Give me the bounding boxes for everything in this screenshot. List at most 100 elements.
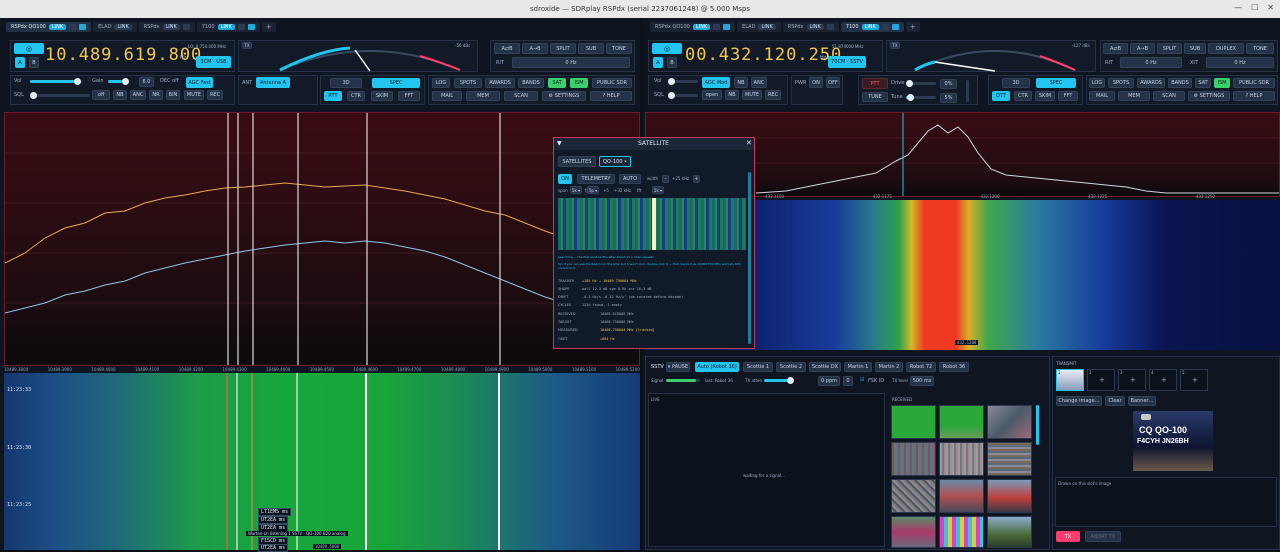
- right-agc-button[interactable]: AGC Mod: [702, 77, 730, 88]
- left-tab-rspdx-qo100[interactable]: RSPdx QO100 LINK: [6, 22, 92, 32]
- right-sql-value[interactable]: open: [702, 90, 722, 100]
- tab-radio-icon[interactable]: [723, 24, 731, 30]
- right-view-ctr-button[interactable]: CTR: [1014, 91, 1032, 101]
- left-mute-button[interactable]: MUTE: [184, 90, 204, 100]
- right-duplex-button[interactable]: DUPLEX: [1208, 43, 1244, 54]
- tab-link-button[interactable]: LINK: [217, 24, 235, 30]
- satellite-auto-button[interactable]: AUTO: [619, 174, 641, 184]
- left-tone-button[interactable]: TONE: [606, 43, 632, 54]
- right-log-button[interactable]: LOG: [1089, 78, 1105, 88]
- left-nb-button[interactable]: NB: [113, 90, 127, 100]
- left-a-to-b-button[interactable]: A→B: [522, 43, 548, 54]
- satellite-span-select[interactable]: 5k ▾: [570, 186, 582, 194]
- left-view-3d-button[interactable]: 3D: [330, 78, 362, 88]
- right-tune-button[interactable]: TUNE: [862, 92, 888, 102]
- left-help-button[interactable]: ? HELP: [590, 91, 632, 101]
- spot-label[interactable]: UT2EA ms: [258, 544, 289, 552]
- satellite-tab-qo100[interactable]: QO-100 •: [599, 156, 631, 167]
- satellite-fps-select[interactable]: 5p ▾: [587, 186, 599, 194]
- transmit-slot-4[interactable]: 4 +: [1149, 369, 1177, 391]
- received-image[interactable]: [939, 405, 984, 439]
- received-image[interactable]: [891, 405, 936, 439]
- received-scrollbar[interactable]: [1036, 405, 1039, 445]
- tab-link-button[interactable]: LINK: [114, 24, 132, 30]
- received-image[interactable]: [939, 442, 984, 476]
- satellite-scrollbar[interactable]: [748, 172, 751, 344]
- right-tone-button[interactable]: TONE: [1246, 43, 1274, 54]
- sstv-pause-button[interactable]: ⏸ PAUSE: [666, 362, 690, 372]
- tab-link-button[interactable]: LINK: [861, 24, 879, 30]
- tab-link-button[interactable]: LINK: [48, 24, 67, 30]
- right-drive-value[interactable]: 0%: [940, 79, 957, 89]
- received-image[interactable]: [939, 516, 984, 548]
- right-a-to-b-button[interactable]: A→B: [1130, 43, 1155, 54]
- tab-link-button[interactable]: LINK: [162, 24, 180, 30]
- right-split-button[interactable]: SPLIT: [1157, 43, 1182, 54]
- left-log-button[interactable]: LOG: [432, 78, 450, 88]
- received-image[interactable]: [987, 442, 1032, 476]
- spot-label[interactable]: UT2EA ms: [258, 516, 289, 524]
- left-bands-button[interactable]: BANDS: [518, 78, 544, 88]
- left-waterfall[interactable]: [4, 373, 640, 550]
- right-band-mode-button[interactable]: 70CM · SSTV: [828, 56, 866, 68]
- left-tab-7100[interactable]: 7100 LINK: [196, 22, 260, 32]
- right-view-spec-button[interactable]: SPEC: [1036, 78, 1076, 88]
- sstv-mode-scottie1[interactable]: Scottie 1: [743, 362, 773, 372]
- left-vfo-a-button[interactable]: A: [15, 57, 25, 68]
- left-mem-button[interactable]: MEM: [466, 91, 500, 101]
- right-frequency-text[interactable]: 00.432.120.250: [685, 45, 842, 65]
- sstv-mode-martin2[interactable]: Martin 2: [875, 362, 903, 372]
- left-band-mode-button[interactable]: 3CM · USB: [196, 56, 231, 68]
- right-nb2-button[interactable]: NB: [725, 90, 739, 100]
- tab-radio-icon[interactable]: [247, 24, 255, 30]
- transmit-slot-5[interactable]: 5 +: [1180, 369, 1208, 391]
- right-tab-rspdx-qo100[interactable]: RSPdx QO100 LINK: [650, 22, 736, 32]
- right-a-swap-b-button[interactable]: A⇄B: [1103, 43, 1128, 54]
- sstv-abort-tx-button[interactable]: ABORT TX: [1085, 531, 1121, 542]
- sstv-ppm-input[interactable]: 0 ppm: [818, 376, 840, 386]
- right-awards-button[interactable]: AWARDS: [1137, 78, 1165, 88]
- left-nr-button[interactable]: NR: [149, 90, 163, 100]
- right-spots-button[interactable]: SPOTS: [1108, 78, 1134, 88]
- right-link-toggle-icon[interactable]: ◎: [652, 43, 682, 54]
- right-settings-button[interactable]: ⚙ SETTINGS: [1188, 91, 1230, 101]
- left-view-fft-button[interactable]: FFT: [398, 91, 420, 101]
- tab-radio-icon[interactable]: [891, 24, 899, 30]
- right-view-dtt-button[interactable]: DTT: [992, 91, 1010, 101]
- right-sub-button[interactable]: SUB: [1184, 43, 1206, 54]
- sstv-mode-robot36[interactable]: Robot 36: [939, 362, 969, 372]
- right-vfo-b-button[interactable]: B: [667, 57, 677, 68]
- received-image[interactable]: [987, 516, 1032, 548]
- right-tune-slider[interactable]: [906, 94, 936, 101]
- tab-audio-icon[interactable]: [69, 24, 77, 30]
- maximize-icon[interactable]: ☐: [1251, 3, 1258, 12]
- left-settings-button[interactable]: ⚙ SETTINGS: [542, 91, 586, 101]
- left-sql-slider[interactable]: [30, 92, 90, 99]
- satellite-width-plus[interactable]: +: [693, 175, 700, 183]
- left-rec-button[interactable]: REC: [207, 90, 223, 100]
- right-sql-slider[interactable]: [668, 92, 698, 99]
- tab-audio-icon[interactable]: [881, 24, 889, 30]
- right-rec-button[interactable]: REC: [765, 90, 781, 100]
- right-view-3d-button[interactable]: 3D: [1002, 78, 1030, 88]
- transmit-slot-1[interactable]: 1: [1056, 369, 1084, 391]
- left-split-button[interactable]: SPLIT: [550, 43, 576, 54]
- right-help-button[interactable]: ? HELP: [1233, 91, 1275, 101]
- tab-radio-icon[interactable]: [826, 24, 834, 30]
- transmit-slot-2[interactable]: 2 +: [1087, 369, 1115, 391]
- spot-label[interactable]: LT1EMS ms: [258, 508, 292, 516]
- right-scan-button[interactable]: SCAN: [1153, 91, 1185, 101]
- left-spectrum-display[interactable]: [4, 112, 640, 366]
- sstv-tx-button[interactable]: TX: [1056, 531, 1080, 542]
- right-vfo-a-button[interactable]: A: [653, 57, 663, 68]
- left-view-skim-button[interactable]: SKIM: [371, 91, 393, 101]
- sstv-mode-scottiedx[interactable]: Scottie DX: [809, 362, 841, 372]
- right-mem-button[interactable]: MEM: [1118, 91, 1150, 101]
- clear-image-button[interactable]: Clear: [1105, 396, 1125, 406]
- right-tab-elad[interactable]: ELAD LINK: [737, 22, 781, 32]
- tab-link-button[interactable]: LINK: [806, 24, 824, 30]
- right-pwr-off-button[interactable]: OFF: [826, 77, 840, 88]
- sstv-tx-atten-slider[interactable]: [764, 377, 794, 384]
- sstv-mode-robot72[interactable]: Robot 72: [906, 362, 936, 372]
- received-image[interactable]: [891, 479, 936, 513]
